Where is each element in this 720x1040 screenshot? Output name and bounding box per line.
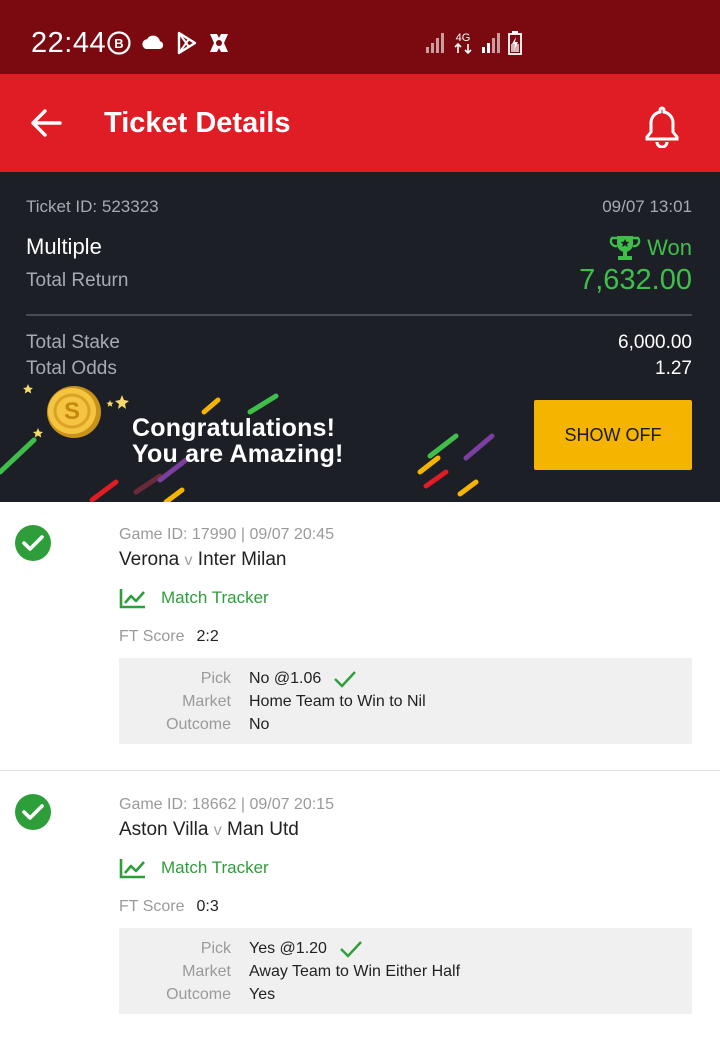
status-label: Won (647, 235, 692, 260)
pick-value-wrap: No @1.06 (249, 670, 357, 688)
home-team: Verona (119, 549, 180, 570)
trophy-icon (609, 236, 641, 260)
market-label: Market (182, 693, 231, 710)
game-id: Game ID: 18662 | 09/07 20:15 (119, 796, 334, 813)
away-team: Man Utd (227, 819, 299, 840)
app-bar: Ticket Details (0, 74, 720, 172)
pick-details: Pick No @1.06 Market Home Team to Win to… (119, 658, 692, 744)
signal-icon (482, 33, 500, 53)
pick-label: Pick (200, 940, 231, 957)
divider (26, 314, 692, 316)
ft-score-label: FT Score (119, 898, 185, 915)
market-label: Market (182, 963, 231, 980)
total-return-value: 7,632.00 (579, 264, 692, 296)
arrow-left-icon[interactable] (30, 108, 62, 138)
ft-score: FT Score 0:3 (119, 898, 219, 916)
market-value: Home Team to Win to Nil (249, 693, 426, 710)
ft-score: FT Score 2:2 (119, 628, 219, 646)
pick-label: Pick (200, 670, 231, 687)
check-circle-icon (15, 525, 51, 561)
status-time: 22:44 (31, 27, 107, 59)
total-stake-value: 6,000.00 (618, 332, 692, 353)
outcome-label: Outcome (166, 986, 231, 1003)
outcome-row: Outcome No (119, 716, 692, 738)
total-stake-label: Total Stake (26, 332, 120, 353)
battery-icon (508, 31, 522, 55)
pick-row: Pick Yes @1.20 (119, 940, 692, 962)
play-store-icon (177, 31, 197, 55)
total-odds-label: Total Odds (26, 358, 117, 379)
page-title: Ticket Details (104, 107, 291, 139)
svg-text:S: S (64, 398, 80, 425)
match-name: Verona v Inter Milan (119, 549, 287, 571)
check-icon (340, 941, 362, 958)
check-icon (334, 671, 357, 688)
ticket-id: Ticket ID: 523323 (26, 197, 159, 216)
ft-score-value: 0:3 (196, 898, 219, 915)
market-row: Market Home Team to Win to Nil (119, 693, 692, 715)
app-icon (210, 34, 228, 52)
status-badge: Won (609, 234, 692, 262)
game-id: Game ID: 17990 | 09/07 20:45 (119, 526, 334, 543)
match-tracker-link[interactable]: Match Tracker (119, 857, 269, 879)
svg-text:B: B (114, 36, 123, 51)
chart-icon (119, 859, 145, 879)
pick-value: No @1.06 (249, 670, 322, 687)
status-bar: 22:44 B 4G (0, 0, 720, 74)
match-name: Aston Villa v Man Utd (119, 819, 299, 841)
pick-details: Pick Yes @1.20 Market Away Team to Win E… (119, 928, 692, 1014)
outcome-value: No (249, 716, 270, 733)
outcome-row: Outcome Yes (119, 986, 692, 1008)
ft-score-value: 2:2 (196, 628, 219, 645)
versus-label: v (213, 822, 222, 839)
ticket-summary: Ticket ID: 523323 09/07 13:01 Multiple W… (0, 172, 720, 502)
ticket-date: 09/07 13:01 (602, 197, 692, 216)
congrats-message: Congratulations! You are Amazing! (132, 415, 344, 467)
check-circle-icon (15, 794, 51, 830)
outcome-value: Yes (249, 986, 276, 1003)
bell-icon[interactable] (642, 104, 682, 148)
congrats-line-1: Congratulations! (132, 414, 336, 442)
pick-value: Yes @1.20 (249, 940, 327, 957)
ft-score-label: FT Score (119, 628, 185, 645)
market-row: Market Away Team to Win Either Half (119, 963, 692, 985)
pick-row: Pick No @1.06 (119, 670, 692, 692)
versus-label: v (184, 552, 193, 569)
cloud-icon (142, 35, 164, 49)
match-tracker-link[interactable]: Match Tracker (119, 587, 269, 609)
coin-icon: S (47, 386, 101, 438)
4g-icon: 4G (454, 32, 472, 55)
home-team: Aston Villa (119, 819, 209, 840)
pick-value-wrap: Yes @1.20 (249, 940, 363, 958)
total-return-label: Total Return (26, 270, 129, 291)
match-tracker-label: Match Tracker (161, 588, 269, 607)
signal-icon (426, 33, 444, 53)
game-card: Game ID: 17990 | 09/07 20:45 Verona v In… (0, 502, 720, 770)
show-off-button[interactable]: SHOW OFF (534, 400, 692, 470)
b-circle-icon: B (107, 31, 131, 55)
congrats-line-2: You are Amazing! (132, 440, 344, 468)
bet-type: Multiple (26, 234, 102, 259)
svg-text:4G: 4G (456, 32, 471, 44)
outcome-label: Outcome (166, 716, 231, 733)
away-team: Inter Milan (197, 549, 287, 570)
match-tracker-label: Match Tracker (161, 858, 269, 877)
chart-icon (119, 589, 145, 609)
market-value: Away Team to Win Either Half (249, 963, 461, 980)
game-card: Game ID: 18662 | 09/07 20:15 Aston Villa… (0, 771, 720, 1040)
total-odds-value: 1.27 (655, 358, 692, 379)
